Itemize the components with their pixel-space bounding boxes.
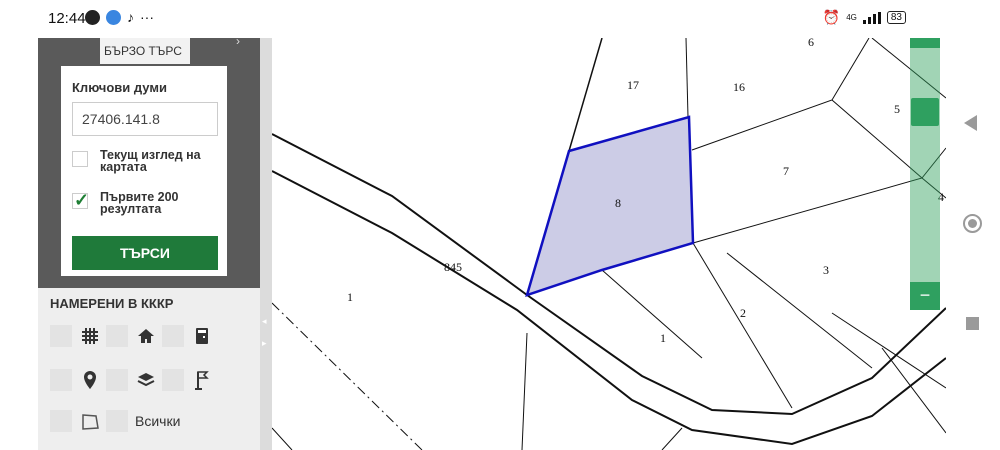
parcel-label: 17 (627, 78, 639, 92)
network-type: 4G (846, 13, 857, 22)
zoom-handle[interactable] (911, 98, 939, 126)
android-nav-bar (946, 0, 1000, 450)
layers-icon[interactable] (135, 369, 157, 391)
search-button[interactable]: ТЪРСИ (72, 236, 218, 270)
expand-right-icon[interactable]: ▸ (262, 338, 267, 349)
alarm-icon: ⏰ (822, 9, 841, 25)
parcel-label: 5 (894, 102, 900, 116)
selected-parcel (525, 115, 695, 297)
left-frame (0, 0, 38, 450)
status-bar: 12:44 ♪ ··· ⏰ 4G 83 (38, 0, 946, 38)
polygon-icon[interactable] (79, 410, 101, 432)
facebook-icon (85, 9, 100, 25)
filter-box[interactable] (162, 369, 184, 391)
home-button-icon[interactable] (963, 214, 982, 233)
parcel-label: 7 (783, 164, 789, 178)
parcel-label: 1 (347, 290, 353, 304)
home-icon[interactable] (135, 325, 157, 347)
recent-apps-icon[interactable] (966, 317, 979, 330)
first-200-checkbox[interactable]: ✓ (72, 190, 90, 210)
first-200-option[interactable]: ✓ Първите 200 резултата (72, 190, 224, 216)
collapse-chevron-icon[interactable]: › (236, 34, 240, 48)
quick-search-tab[interactable]: БЪРЗО ТЪРС (100, 38, 190, 64)
filter-box[interactable] (106, 325, 128, 347)
tiktok-icon: ♪ (127, 9, 134, 25)
grid-icon[interactable] (79, 325, 101, 347)
filter-box[interactable] (50, 369, 72, 391)
filter-box[interactable] (162, 325, 184, 347)
current-view-checkbox[interactable] (72, 151, 88, 167)
filter-box[interactable] (106, 369, 128, 391)
calculator-icon[interactable] (191, 325, 213, 347)
parcel-label: 2 (740, 306, 746, 320)
selected-parcel-label: 8 (615, 196, 621, 210)
flag-icon[interactable] (191, 369, 213, 391)
location-pin-icon[interactable] (79, 369, 101, 391)
keywords-input[interactable]: 27406.141.8 (72, 102, 218, 136)
keywords-label: Ключови думи (72, 80, 167, 95)
filter-box[interactable] (106, 410, 128, 432)
notification-icons: ♪ ··· (85, 9, 154, 25)
status-time: 12:44 (48, 10, 86, 27)
current-view-option[interactable]: Текущ изглед на картата (72, 149, 224, 173)
panel-divider[interactable]: ◂ ▸ (260, 38, 272, 450)
battery-indicator: 83 (886, 11, 906, 24)
search-panel: Ключови думи 27406.141.8 Текущ изглед на… (61, 66, 227, 276)
zoom-in-button[interactable] (910, 38, 940, 48)
more-dots: ··· (140, 9, 154, 25)
system-icons: ⏰ 4G 83 (823, 9, 906, 26)
signal-icon (862, 11, 881, 24)
search-sidebar: БЪРЗО ТЪРС › Ключови думи 27406.141.8 Те… (38, 34, 260, 450)
filter-box[interactable] (50, 325, 72, 347)
zoom-out-button[interactable]: − (910, 282, 940, 310)
cadastral-map[interactable]: 6 17 16 5 7 4 8 3 845 1 2 1 (272, 38, 946, 450)
filter-box[interactable] (50, 410, 72, 432)
back-icon[interactable] (964, 115, 977, 131)
parcel-label: 1 (660, 331, 666, 345)
road-label: 845 (444, 260, 462, 274)
found-title: НАМЕРЕНИ В КККР (50, 296, 174, 311)
zoom-slider[interactable]: − (910, 38, 940, 310)
checkmark-icon: ✓ (74, 190, 90, 210)
browser-icon (106, 9, 121, 25)
first-200-label: Първите 200 резултата (100, 190, 179, 216)
collapse-left-icon[interactable]: ◂ (262, 316, 267, 327)
all-label[interactable]: Всички (135, 413, 180, 429)
current-view-label: Текущ изглед на картата (100, 148, 201, 174)
found-results-panel: НАМЕРЕНИ В КККР Всички (38, 288, 260, 450)
parcel-label: 6 (808, 38, 814, 49)
parcel-label: 16 (733, 80, 745, 94)
parcel-label: 3 (823, 263, 829, 277)
